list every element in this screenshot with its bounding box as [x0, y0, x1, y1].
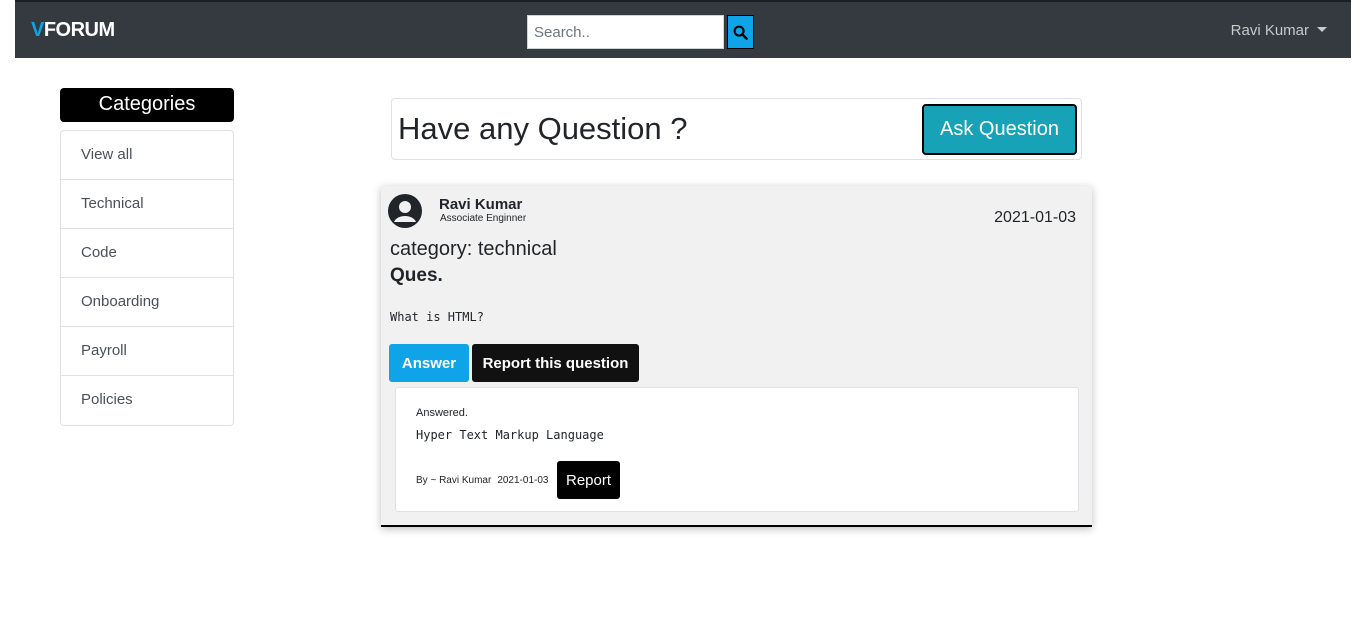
ask-question-panel: Have any Question ? Ask Question — [391, 98, 1082, 160]
report-question-button[interactable]: Report this question — [472, 344, 639, 382]
chevron-down-icon — [1317, 27, 1327, 32]
question-label: Ques. — [390, 265, 443, 286]
search-input[interactable] — [527, 15, 724, 49]
brand-logo-v: V — [31, 19, 44, 41]
category-item-code[interactable]: Code — [61, 229, 233, 278]
brand-logo[interactable]: VFORUM — [31, 19, 115, 42]
category-item-policies[interactable]: Policies — [61, 376, 233, 425]
answer-text: Hyper Text Markup Language — [416, 428, 604, 442]
answer-item: Answered. Hyper Text Markup Language By … — [395, 387, 1079, 512]
category-item-payroll[interactable]: Payroll — [61, 327, 233, 376]
answer-button[interactable]: Answer — [389, 344, 469, 382]
question-author-name: Ravi Kumar — [439, 196, 523, 213]
user-name: Ravi Kumar — [1230, 22, 1309, 39]
answer-date: 2021-01-03 — [497, 475, 549, 486]
question-category: category: technical — [390, 238, 557, 260]
answer-author: By ~ Ravi Kumar — [416, 475, 492, 486]
top-navbar: VFORUM Ravi Kumar — [15, 0, 1351, 58]
categories-title: Categories — [60, 88, 234, 122]
question-text: What is HTML? — [390, 310, 484, 324]
page: VFORUM Ravi Kumar Categories View all Te… — [0, 0, 1366, 623]
search-icon — [733, 25, 748, 40]
answer-status: Answered. — [416, 407, 468, 419]
question-author-role: Associate Enginner — [440, 213, 527, 224]
category-item-onboarding[interactable]: Onboarding — [61, 278, 233, 327]
user-avatar-icon — [388, 194, 422, 228]
question-date: 2021-01-03 — [994, 209, 1076, 226]
category-item-technical[interactable]: Technical — [61, 180, 233, 229]
answer-meta: By ~ Ravi Kumar 2021-01-03 — [416, 475, 548, 486]
ask-question-button[interactable]: Ask Question — [922, 104, 1077, 155]
question-card: Ravi Kumar Associate Enginner 2021-01-03… — [381, 186, 1092, 527]
user-dropdown[interactable]: Ravi Kumar — [1231, 22, 1327, 39]
search-button[interactable] — [727, 15, 754, 49]
category-item-view-all[interactable]: View all — [61, 131, 233, 180]
report-answer-button[interactable]: Report — [557, 461, 620, 499]
brand-logo-text: FORUM — [43, 19, 115, 41]
categories-list: View all Technical Code Onboarding Payro… — [60, 130, 234, 426]
ask-question-heading: Have any Question ? — [398, 111, 688, 146]
